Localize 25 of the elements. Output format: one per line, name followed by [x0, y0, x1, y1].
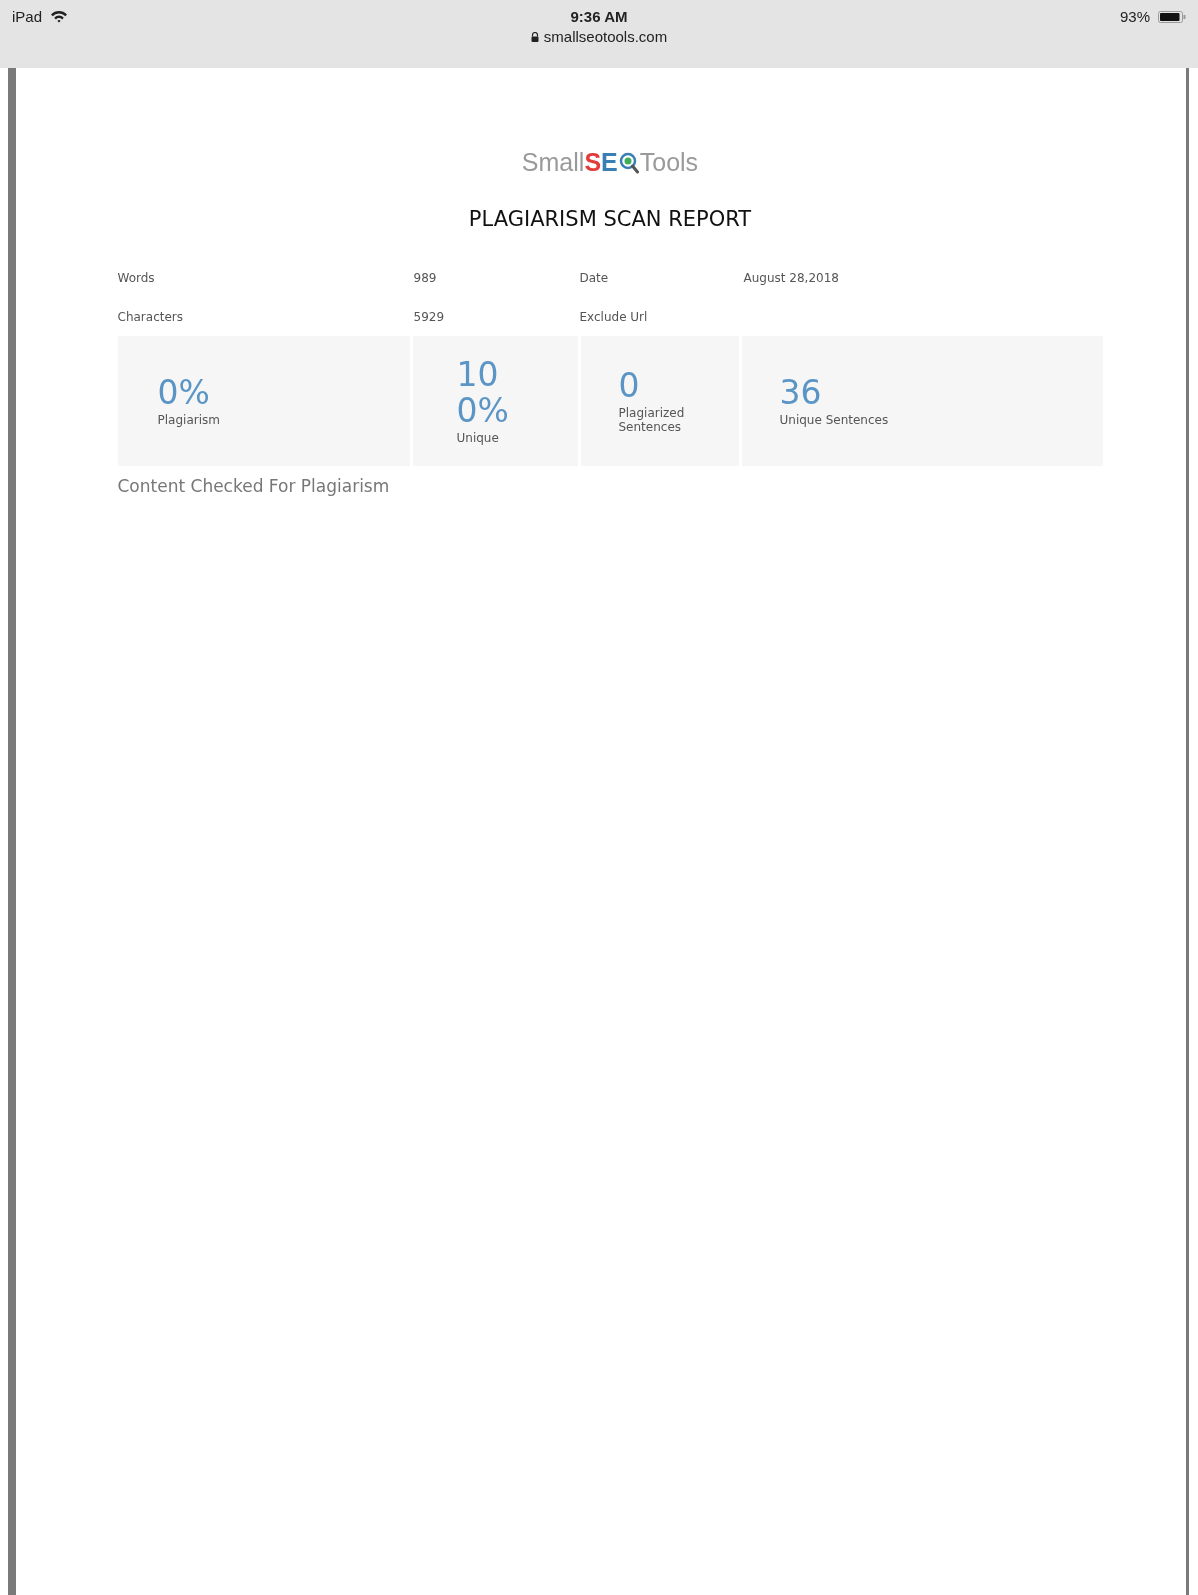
- stat-label: Unique: [456, 431, 500, 446]
- info-label: Words: [117, 271, 156, 285]
- url-text[interactable]: smallseotools.com: [543, 28, 668, 45]
- lock-icon: [530, 31, 539, 42]
- info-value: August 28,2018: [743, 271, 840, 285]
- stat-value: 0%: [157, 374, 211, 412]
- info-label: Exclude Url: [579, 310, 649, 324]
- report-title: PLAGIARISM SCAN REPORT: [468, 207, 752, 231]
- site-logo[interactable]: SmallSE Tools: [521, 148, 699, 177]
- stat-value: 100%: [456, 356, 510, 430]
- stat-value: 0: [618, 367, 641, 405]
- battery-percent: 93%: [1119, 8, 1150, 25]
- stat-label: Unique Sentences: [779, 413, 889, 428]
- info-value: 5929: [413, 310, 446, 324]
- info-value: 989: [413, 271, 438, 285]
- info-label: Characters: [117, 310, 184, 324]
- stat-value: 36: [779, 374, 823, 412]
- info-label: Date: [579, 271, 610, 285]
- device-name: iPad: [12, 8, 43, 25]
- stat-label: Plagiarism: [157, 413, 220, 428]
- stat-label: Plagiarized Sentences: [618, 406, 686, 435]
- wifi-icon: [50, 10, 69, 23]
- section-heading: Content Checked For Plagiarism: [117, 476, 390, 496]
- battery-icon: [1158, 10, 1186, 23]
- clock-time: 9:36 AM: [570, 8, 628, 25]
